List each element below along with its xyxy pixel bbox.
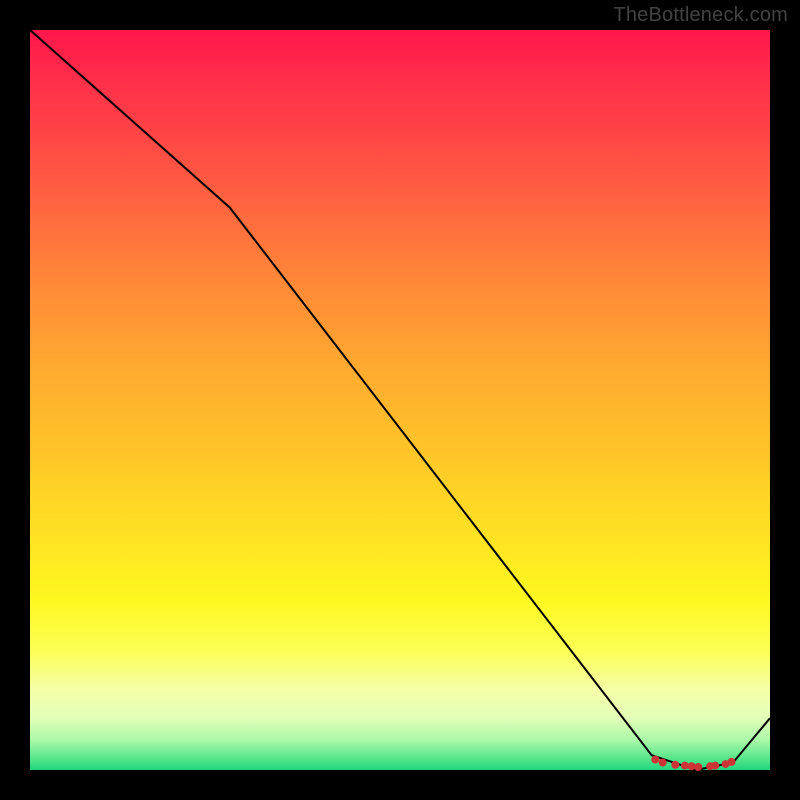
marker-dot [711, 762, 719, 770]
marker-dot [694, 763, 702, 771]
marker-dot [651, 756, 659, 764]
marker-dot [659, 759, 667, 767]
line-series-curve [30, 30, 770, 770]
marker-group [651, 756, 735, 771]
chart-svg [30, 30, 770, 770]
chart-plot-area [30, 30, 770, 770]
marker-dot [671, 761, 679, 769]
marker-dot [728, 758, 736, 766]
watermark-text: TheBottleneck.com [613, 4, 788, 27]
